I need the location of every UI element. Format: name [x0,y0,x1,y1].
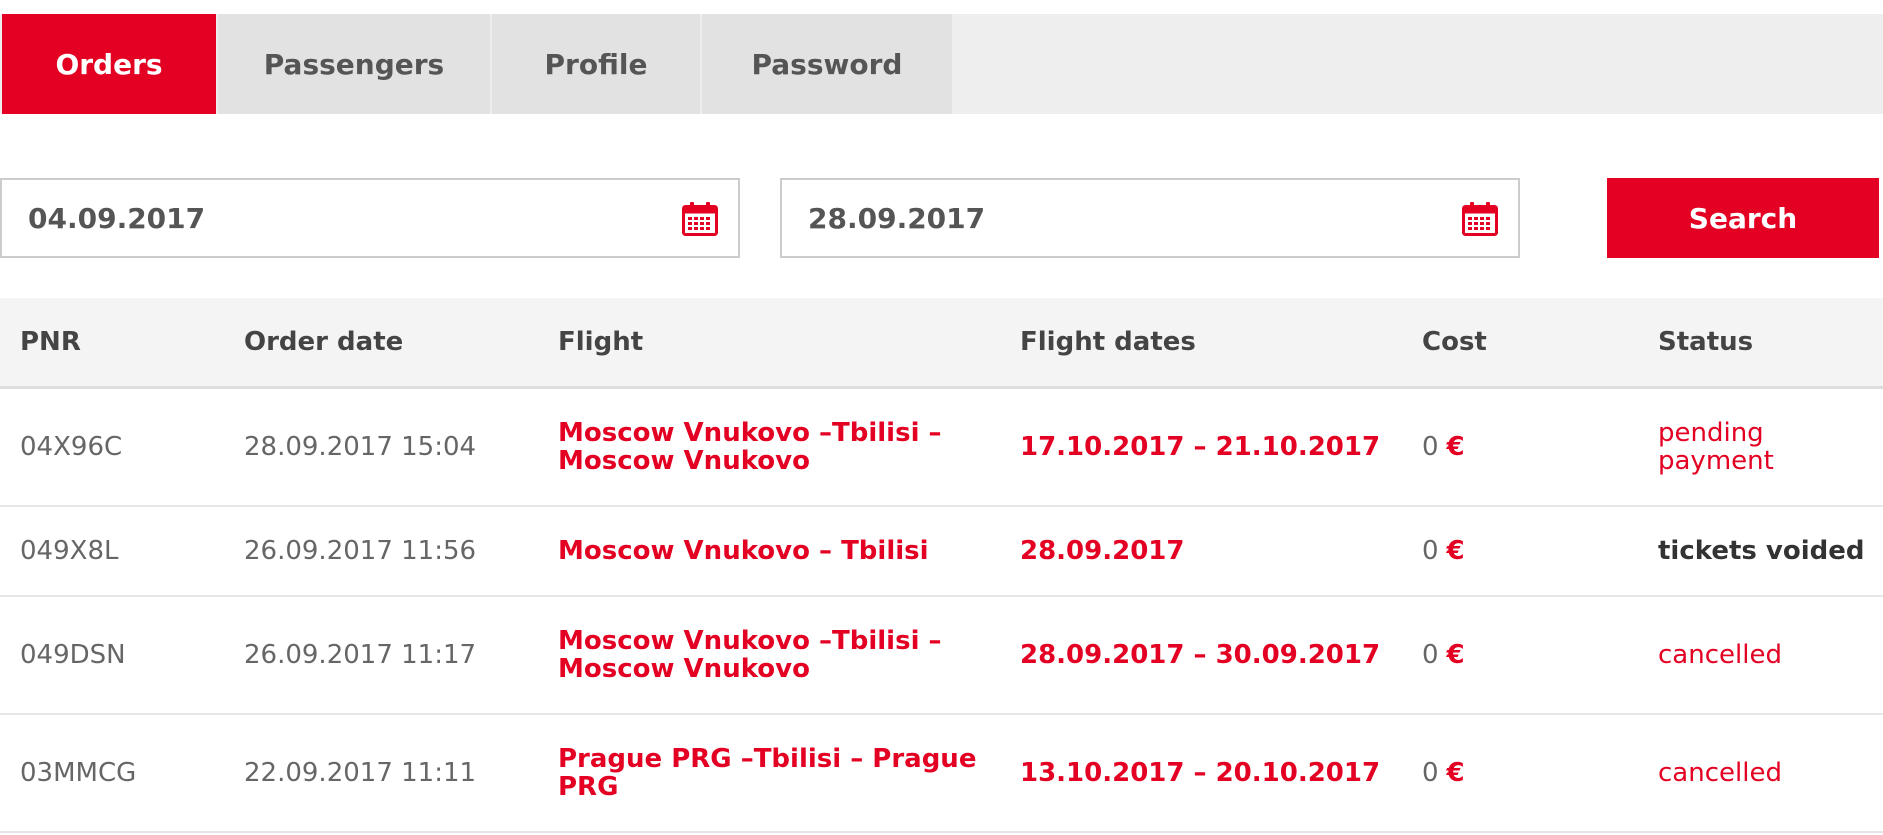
order-date-cell: 26.09.2017 11:17 [244,640,477,670]
tab-password[interactable]: Password [702,14,952,114]
flight-dates-cell: 28.09.2017 [1020,536,1185,566]
date-from-field [0,178,740,258]
cost-value: 0 [1422,640,1439,670]
date-from-input[interactable] [28,180,628,256]
column-header-status: Status [1658,327,1754,357]
calendar-icon[interactable] [682,202,718,236]
pnr-cell: 049DSN [20,640,126,670]
flight-link[interactable]: Prague PRG –Tbilisi – Prague PRG [558,715,978,831]
pnr-cell: 049X8L [20,536,119,566]
table-row[interactable]: 03MMCG 22.09.2017 11:11 Prague PRG –Tbil… [0,715,1883,833]
column-header-flight-dates: Flight dates [1020,327,1196,357]
status-cell: cancelled [1658,758,1782,788]
orders-table-header: PNR Order date Flight Flight dates Cost … [0,298,1883,389]
cost-value: 0 [1422,432,1439,462]
pnr-cell: 04X96C [20,432,123,462]
status-cell: cancelled [1658,640,1782,670]
cost-value: 0 [1422,758,1439,788]
cost-cell: 0 € [1422,597,1465,713]
column-header-flight: Flight [558,327,644,357]
date-to-field [780,178,1520,258]
table-row[interactable]: 04X96C 28.09.2017 15:04 Moscow Vnukovo –… [0,389,1883,507]
status-cell: tickets voided [1658,536,1865,566]
search-button[interactable]: Search [1607,178,1879,258]
cost-value: 0 [1422,536,1439,566]
status-cell: pending payment [1658,418,1774,476]
order-date-cell: 28.09.2017 15:04 [244,432,477,462]
order-date-cell: 22.09.2017 11:11 [244,758,477,788]
currency-symbol: € [1446,536,1465,566]
table-row[interactable]: 049DSN 26.09.2017 11:17 Moscow Vnukovo –… [0,597,1883,715]
column-header-order-date: Order date [244,327,404,357]
order-date-cell: 26.09.2017 11:56 [244,536,477,566]
cost-cell: 0 € [1422,507,1465,595]
flight-dates-cell: 28.09.2017 – 30.09.2017 [1020,640,1381,670]
date-to-input[interactable] [808,180,1408,256]
currency-symbol: € [1446,640,1465,670]
flight-link[interactable]: Moscow Vnukovo –Tbilisi – Moscow Vnukovo [558,389,978,505]
flight-dates-cell: 13.10.2017 – 20.10.2017 [1020,758,1381,788]
column-header-cost: Cost [1422,327,1487,357]
flight-link[interactable]: Moscow Vnukovo –Tbilisi – Moscow Vnukovo [558,597,978,713]
cost-cell: 0 € [1422,389,1465,505]
tab-orders[interactable]: Orders [2,14,216,114]
flight-dates-cell: 17.10.2017 – 21.10.2017 [1020,432,1381,462]
currency-symbol: € [1446,758,1465,788]
table-row[interactable]: 049X8L 26.09.2017 11:56 Moscow Vnukovo –… [0,507,1883,597]
tab-passengers[interactable]: Passengers [218,14,490,114]
tab-profile[interactable]: Profile [492,14,700,114]
calendar-icon[interactable] [1462,202,1498,236]
cost-cell: 0 € [1422,715,1465,831]
account-tabbar: Orders Passengers Profile Password [0,14,1883,114]
pnr-cell: 03MMCG [20,758,137,788]
column-header-pnr: PNR [20,327,81,357]
flight-link[interactable]: Moscow Vnukovo – Tbilisi [558,507,978,595]
currency-symbol: € [1446,432,1465,462]
